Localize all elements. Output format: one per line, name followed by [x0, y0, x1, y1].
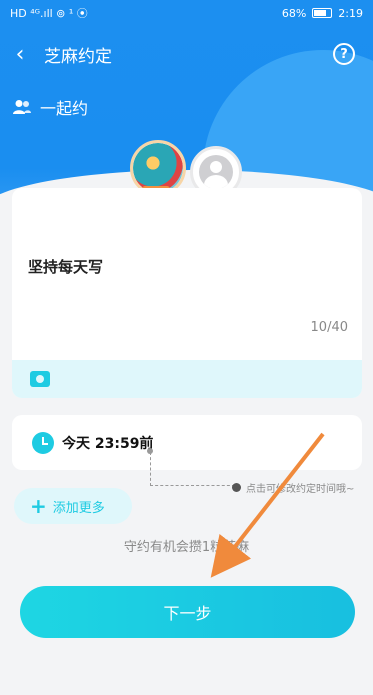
status-bar: HD ⁴ᴳ.ıll ⊚ ¹ ⦿ 68% 2:19 [0, 0, 373, 26]
deadline-value: 今天 23:59前 [62, 435, 154, 452]
photo-bar [12, 360, 362, 398]
appointment-card: 坚持每天写 10/40 [12, 188, 362, 398]
chevron-left-icon: ‹ [15, 41, 25, 67]
plus-icon: + [30, 494, 47, 518]
deadline-hint: 点击可修改约定时间哦~ [232, 480, 354, 495]
together-label: 一起约 [40, 99, 89, 118]
hint-bullet-icon [232, 483, 241, 492]
reward-text: 守约有机会攒1粒芝麻 [123, 540, 250, 555]
users-icon [13, 100, 31, 114]
back-button[interactable]: ‹ [0, 36, 40, 72]
battery-icon [312, 8, 333, 18]
battery-percent: 68% [281, 6, 307, 20]
hint-connector-line [150, 452, 235, 486]
page-title: 芝麻约定 [44, 46, 112, 67]
appointment-content-input[interactable]: 坚持每天写 [28, 256, 103, 277]
clock-time: 2:19 [338, 6, 363, 20]
camera-icon[interactable] [30, 371, 50, 387]
together-section-title: 一起约 [12, 95, 88, 119]
clock-icon [32, 431, 54, 454]
help-icon[interactable]: ? [333, 43, 355, 65]
person-placeholder-icon [199, 155, 233, 189]
add-more-button[interactable]: + 添加更多 [14, 488, 132, 524]
status-left-icons: HD ⁴ᴳ.ıll ⊚ ¹ ⦿ [10, 5, 88, 21]
char-counter: 10/40 [310, 320, 348, 335]
status-right: 68% 2:19 [282, 7, 363, 20]
hint-text: 点击可修改约定时间哦~ [246, 484, 355, 495]
signal-icons: HD ⁴ᴳ.ıll ⊚ ¹ ⦿ [10, 7, 88, 20]
top-bar: ‹ 芝麻约定 ? [0, 36, 373, 72]
next-step-button[interactable]: 下一步 [20, 586, 355, 638]
add-more-label: 添加更多 [52, 500, 105, 516]
